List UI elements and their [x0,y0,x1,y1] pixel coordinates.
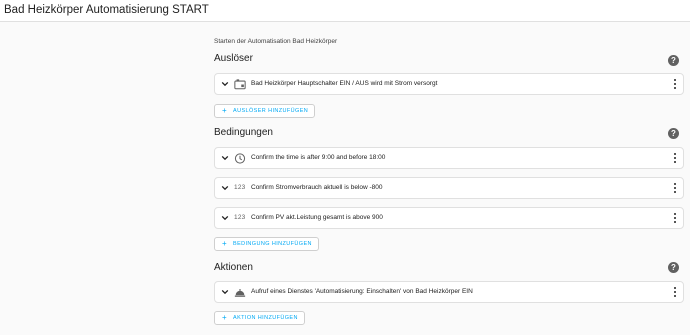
add-trigger-label: AUSLÖSER HINZUFÜGEN [233,108,309,114]
more-vert-icon[interactable] [673,153,676,164]
service-icon [234,289,246,297]
plus-icon: + [222,239,228,248]
conditions-title: Bedingungen [214,127,273,138]
action-row[interactable]: Aufruf eines Dienstes 'Automatisierung: … [214,281,684,303]
chevron-down-icon[interactable] [221,214,229,222]
clock-icon [234,153,246,164]
numeric-icon: 123 [234,214,246,221]
add-condition-button[interactable]: + BEDINGUNG HINZUFÜGEN [214,237,319,251]
conditions-help-icon[interactable]: ? [668,128,679,139]
actions-title: Aktionen [214,262,253,273]
triggers-title: Auslöser [214,53,253,64]
condition-label: Confirm the time is after 9:00 and befor… [251,154,386,161]
condition-label: Confirm PV akt.Leistung gesamt is above … [251,214,383,221]
add-trigger-button[interactable]: + AUSLÖSER HINZUFÜGEN [214,104,316,118]
chevron-down-icon[interactable] [221,154,229,162]
plus-icon: + [222,106,228,115]
page-title: Bad Heizkörper Automatisierung START [4,4,209,16]
condition-row[interactable]: 123 Confirm PV akt.Leistung gesamt is ab… [214,207,684,229]
condition-row[interactable]: Confirm the time is after 9:00 and befor… [214,147,684,169]
condition-label: Confirm Stromverbrauch aktuell is below … [251,184,383,191]
plus-icon: + [222,313,228,322]
actions-help-icon[interactable]: ? [668,262,679,273]
device-icon [234,79,246,90]
chevron-down-icon[interactable] [221,80,229,88]
more-vert-icon[interactable] [673,79,676,90]
action-label: Aufruf eines Dienstes 'Automatisierung: … [251,288,473,295]
trigger-row[interactable]: Bad Heizkörper Hauptschalter EIN / AUS w… [214,73,684,95]
chevron-down-icon[interactable] [221,184,229,192]
chevron-down-icon[interactable] [221,288,229,296]
add-condition-label: BEDINGUNG HINZUFÜGEN [233,241,312,247]
more-vert-icon[interactable] [673,287,676,298]
condition-row[interactable]: 123 Confirm Stromverbrauch aktuell is be… [214,177,684,199]
more-vert-icon[interactable] [673,183,676,194]
top-bar: Bad Heizkörper Automatisierung START [0,0,690,22]
more-vert-icon[interactable] [673,213,676,224]
trigger-label: Bad Heizkörper Hauptschalter EIN / AUS w… [251,80,438,87]
automation-description: Starten der Automatisation Bad Heizkörpe… [214,38,338,45]
numeric-icon: 123 [234,184,246,191]
add-action-button[interactable]: + AKTION HINZUFÜGEN [214,311,305,325]
triggers-help-icon[interactable]: ? [668,55,679,66]
add-action-label: AKTION HINZUFÜGEN [233,315,298,321]
